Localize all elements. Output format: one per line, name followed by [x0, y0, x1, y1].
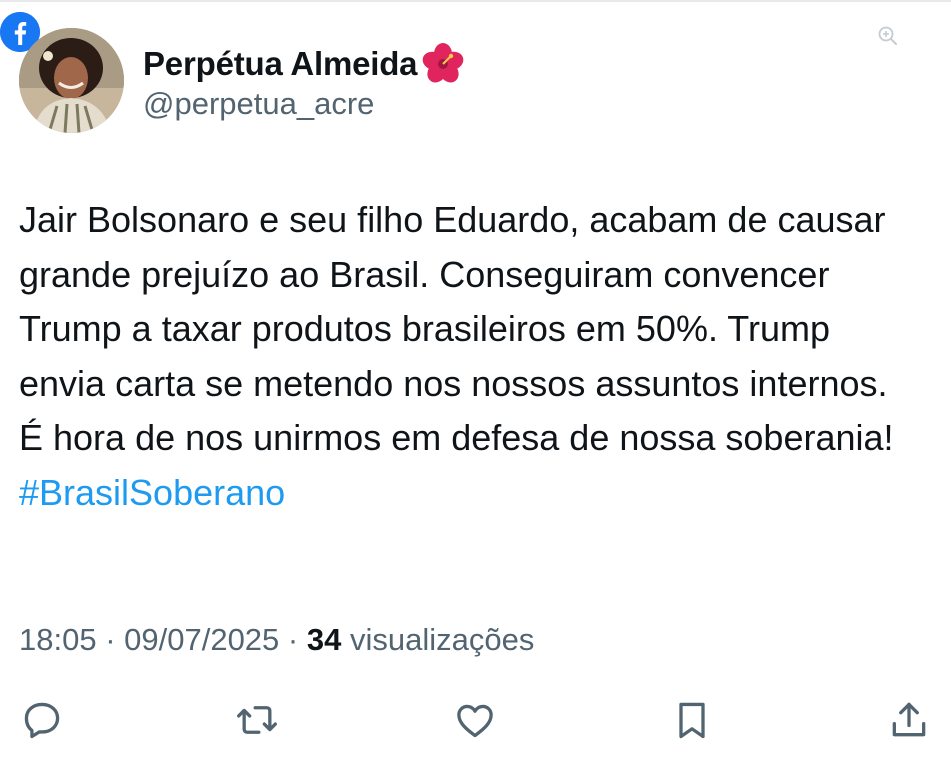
zoom-in-icon[interactable]	[876, 24, 900, 48]
share-icon	[892, 702, 926, 737]
bookmark-button[interactable]	[667, 695, 717, 745]
tweet-meta: 18:05 · 09/07/2025 · 34 visualizações	[19, 622, 534, 658]
like-icon	[457, 704, 493, 738]
views-label: visualizações	[341, 622, 535, 657]
retweet-icon	[237, 706, 277, 734]
author-name-row[interactable]: Perpétua Almeida	[143, 40, 467, 88]
tweet-text: Jair Bolsonaro e seu filho Eduardo, acab…	[19, 193, 919, 520]
top-divider	[0, 0, 951, 2]
views-count: 34	[306, 622, 342, 657]
meta-separator: ·	[96, 622, 125, 657]
action-bar	[0, 695, 951, 751]
hashtag-link[interactable]: #BrasilSoberano	[19, 466, 919, 521]
tweet-body: Jair Bolsonaro e seu filho Eduardo, acab…	[19, 199, 894, 458]
hibiscus-emoji	[423, 43, 464, 83]
author-display-name[interactable]: Perpétua Almeida	[143, 45, 418, 83]
reply-icon	[24, 702, 60, 739]
share-button[interactable]	[884, 695, 934, 745]
tweet-time[interactable]: 18:05	[19, 622, 97, 657]
meta-separator: ·	[279, 622, 307, 657]
retweet-button[interactable]	[232, 695, 282, 745]
reply-button[interactable]	[17, 695, 67, 745]
author-handle[interactable]: @perpetua_acre	[143, 86, 374, 122]
avatar[interactable]	[19, 28, 124, 133]
tweet-date[interactable]: 09/07/2025	[124, 622, 279, 657]
like-button[interactable]	[450, 695, 500, 745]
bookmark-icon	[679, 702, 705, 739]
